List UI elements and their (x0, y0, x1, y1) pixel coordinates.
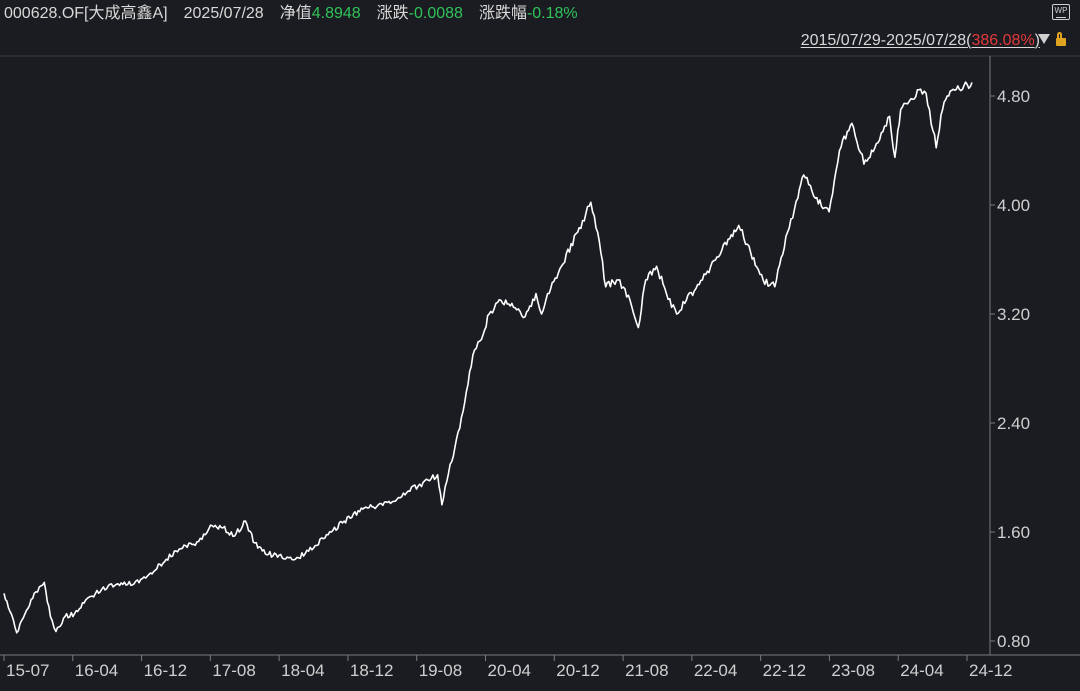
x-tick-label: 20-12 (556, 661, 599, 680)
nav-line-chart[interactable]: 0.80 1.60 2.40 3.20 4.00 4.80 15-07 16-04 16-12… (0, 0, 1080, 691)
x-tick-label: 18-04 (281, 661, 324, 680)
nav-series-line (3, 81, 973, 634)
fund-chart-window: 000628.OF[大成高鑫A] 2025/07/28 净值4.8948 涨跌-0.0… (0, 0, 1080, 691)
y-tick-label: 1.60 (997, 523, 1030, 542)
x-tick-label: 20-04 (488, 661, 531, 680)
x-tick-label: 23-08 (831, 661, 874, 680)
x-tick-label: 16-12 (144, 661, 187, 680)
x-tick-label: 18-12 (350, 661, 393, 680)
y-tick-label: 4.00 (997, 196, 1030, 215)
x-tick-label: 22-04 (694, 661, 737, 680)
x-tick-label: 22-12 (763, 661, 806, 680)
y-tick-label: 0.80 (997, 632, 1030, 651)
x-tick-label: 24-04 (900, 661, 943, 680)
x-axis: 15-07 16-04 16-12 17-08 18-04 18-12 19-08 20-04… (3, 655, 1012, 680)
x-tick-label: 15-07 (6, 661, 49, 680)
y-tick-label: 2.40 (997, 414, 1030, 433)
plot-area (3, 81, 973, 634)
y-axis: 0.80 1.60 2.40 3.20 4.00 4.80 (990, 87, 1030, 651)
y-tick-label: 3.20 (997, 305, 1030, 324)
x-tick-label: 24-12 (969, 661, 1012, 680)
x-tick-label: 21-08 (625, 661, 668, 680)
x-tick-label: 17-08 (212, 661, 255, 680)
x-tick-label: 19-08 (419, 661, 462, 680)
x-tick-label: 16-04 (75, 661, 118, 680)
y-tick-label: 4.80 (997, 87, 1030, 106)
